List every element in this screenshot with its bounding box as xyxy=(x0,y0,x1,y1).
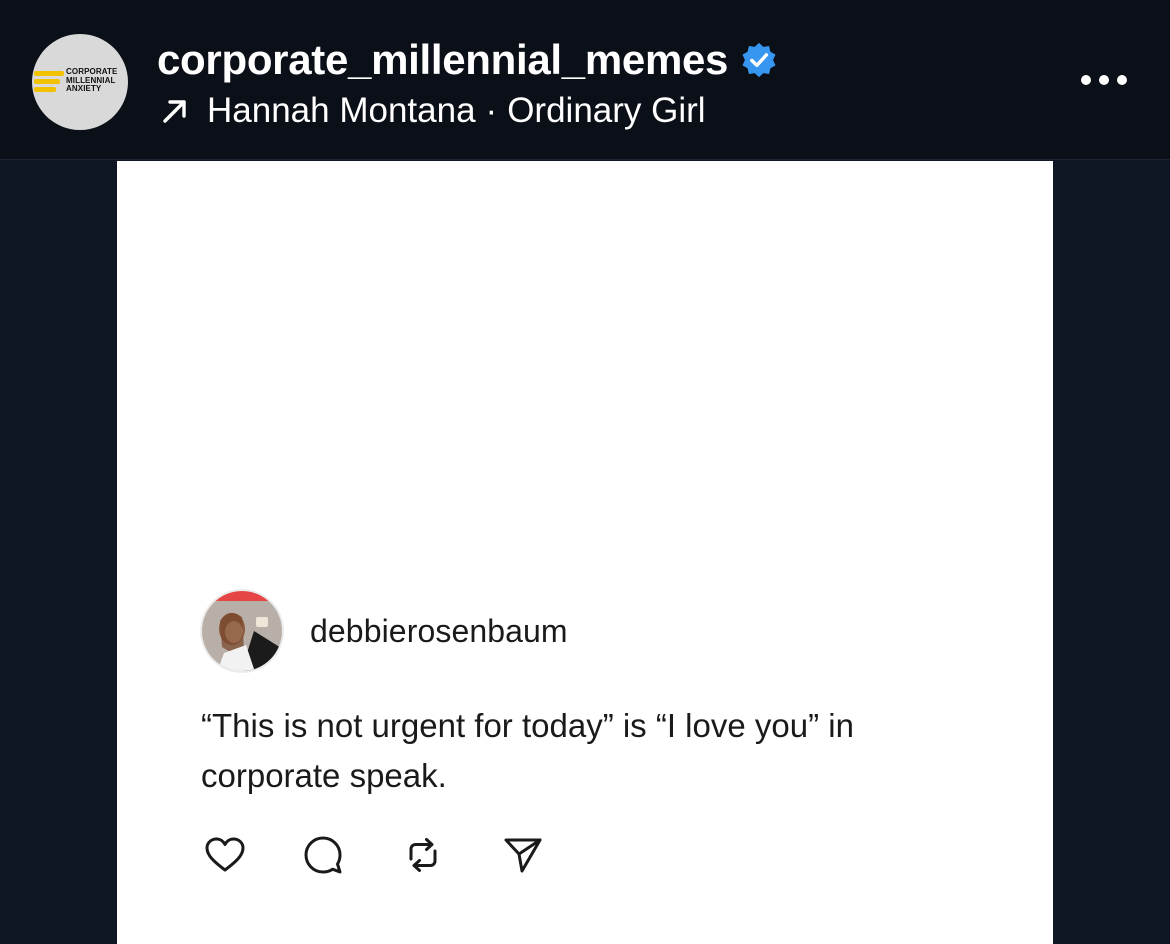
audio-attribution[interactable]: Hannah Montana · Ordinary Girl xyxy=(160,90,706,132)
logo-stripe xyxy=(34,71,64,76)
post-viewer: CORPORATE MILLENNIAL ANXIETY corporate_m… xyxy=(0,0,1170,944)
repost-icon xyxy=(401,833,445,877)
author-photo xyxy=(202,591,282,671)
profile-avatar[interactable]: CORPORATE MILLENNIAL ANXIETY xyxy=(32,34,128,130)
arrow-up-right-icon xyxy=(163,100,186,123)
post-image: debbierosenbaum “This is not urgent for … xyxy=(117,161,1053,944)
username-row: corporate_millennial_memes xyxy=(157,34,778,86)
author-avatar xyxy=(200,589,284,673)
audio-title: Ordinary Girl xyxy=(507,91,706,130)
logo-stripe xyxy=(34,79,60,84)
brand-logo: CORPORATE MILLENNIAL ANXIETY xyxy=(34,67,126,96)
verified-badge-icon xyxy=(742,42,776,78)
audio-artist: Hannah Montana xyxy=(207,91,476,130)
post-text: “This is not urgent for today” is “I lov… xyxy=(201,707,854,794)
author-handle: debbierosenbaum xyxy=(310,613,568,649)
more-options-button[interactable] xyxy=(1074,60,1134,100)
heart-icon xyxy=(203,833,247,877)
logo-stripe xyxy=(34,87,56,92)
comment-icon xyxy=(301,833,345,877)
username[interactable]: corporate_millennial_memes xyxy=(157,36,728,84)
audio-separator: · xyxy=(485,91,498,130)
logo-text-line: ANXIETY xyxy=(66,84,102,94)
logo-text: CORPORATE MILLENNIAL ANXIETY xyxy=(66,67,117,94)
share-icon xyxy=(501,833,545,877)
more-horizontal-icon xyxy=(1081,75,1127,85)
post-header: CORPORATE MILLENNIAL ANXIETY corporate_m… xyxy=(0,0,1170,160)
